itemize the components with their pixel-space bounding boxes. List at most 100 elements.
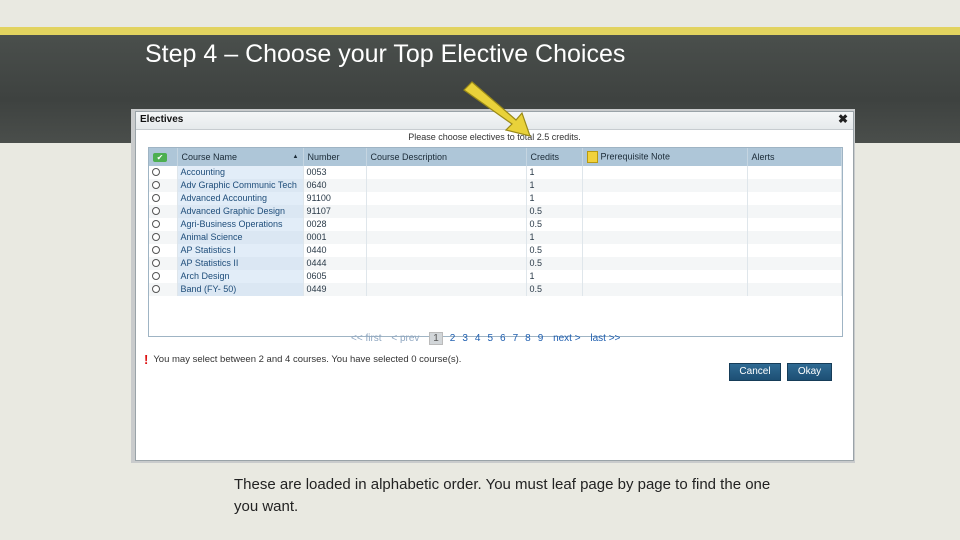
okay-button[interactable]: Okay	[787, 363, 832, 381]
pager-page-1[interactable]: 1	[429, 332, 443, 345]
table-row[interactable]: Accounting 0053 1	[149, 166, 842, 179]
pager-first[interactable]: << first	[351, 333, 382, 344]
row-select-cell[interactable]	[149, 283, 178, 296]
course-name-cell: Advanced Graphic Design	[177, 205, 304, 218]
row-select-cell[interactable]	[149, 179, 178, 192]
course-number-cell: 0053	[303, 166, 367, 179]
column-course-name-label: Course Name	[181, 152, 238, 162]
alerts-cell	[747, 257, 842, 270]
electives-dialog: Electives ✖ Please choose electives to t…	[135, 111, 854, 461]
alerts-cell	[747, 166, 842, 179]
course-description-cell	[366, 205, 527, 218]
row-select-radio[interactable]	[152, 246, 160, 254]
alert-text: You may select between 2 and 4 courses. …	[153, 354, 462, 365]
row-select-cell[interactable]	[149, 270, 178, 283]
pager-page-5[interactable]: 5	[487, 333, 493, 344]
alerts-cell	[747, 218, 842, 231]
table-row[interactable]: AP Statistics II 0444 0.5	[149, 257, 842, 270]
course-credits-cell: 0.5	[526, 257, 583, 270]
row-select-cell[interactable]	[149, 257, 178, 270]
course-credits-cell: 0.5	[526, 244, 583, 257]
course-number-cell: 0001	[303, 231, 367, 244]
table-row[interactable]: AP Statistics I 0440 0.5	[149, 244, 842, 257]
column-credits[interactable]: Credits	[526, 148, 583, 166]
prerequisite-note-cell	[582, 270, 748, 283]
course-description-cell	[366, 192, 527, 205]
course-credits-cell: 0.5	[526, 205, 583, 218]
course-name-cell: Adv Graphic Communic Tech	[177, 179, 304, 192]
course-name-cell: AP Statistics I	[177, 244, 304, 257]
row-select-radio[interactable]	[152, 233, 160, 241]
pager-last[interactable]: last >>	[590, 333, 620, 344]
column-number[interactable]: Number	[303, 148, 367, 166]
column-course-name[interactable]: Course Name ▲	[177, 148, 304, 166]
select-all-column[interactable]: ✔	[149, 148, 178, 166]
pager-prev[interactable]: < prev	[391, 333, 419, 344]
table-row[interactable]: Adv Graphic Communic Tech 0640 1	[149, 179, 842, 192]
course-number-cell: 0605	[303, 270, 367, 283]
column-prerequisite-note[interactable]: Prerequisite Note	[582, 148, 748, 166]
course-description-cell	[366, 270, 527, 283]
course-name-cell: AP Statistics II	[177, 257, 304, 270]
pager-page-9[interactable]: 9	[538, 333, 544, 344]
course-description-cell	[366, 218, 527, 231]
table-row[interactable]: Advanced Graphic Design 91107 0.5	[149, 205, 842, 218]
arrow-pointer-icon	[463, 81, 531, 137]
pager-page-8[interactable]: 8	[525, 333, 531, 344]
table-row[interactable]: Agri-Business Operations 0028 0.5	[149, 218, 842, 231]
course-name-cell: Band (FY- 50)	[177, 283, 304, 296]
row-select-radio[interactable]	[152, 207, 160, 215]
row-select-radio[interactable]	[152, 285, 160, 293]
alerts-cell	[747, 205, 842, 218]
grid-header-row: ✔ Course Name ▲ Number Course Descriptio…	[149, 148, 842, 166]
row-select-radio[interactable]	[152, 259, 160, 267]
alerts-cell	[747, 283, 842, 296]
select-all-check-icon[interactable]: ✔	[153, 153, 167, 162]
prerequisite-note-cell	[582, 231, 748, 244]
row-select-cell[interactable]	[149, 192, 178, 205]
table-row[interactable]: Arch Design 0605 1	[149, 270, 842, 283]
pager-next[interactable]: next >	[553, 333, 581, 344]
alerts-cell	[747, 231, 842, 244]
alerts-cell	[747, 244, 842, 257]
pager-page-3[interactable]: 3	[462, 333, 468, 344]
table-row[interactable]: Band (FY- 50) 0449 0.5	[149, 283, 842, 296]
course-description-cell	[366, 257, 527, 270]
column-prerequisite-note-label: Prerequisite Note	[600, 151, 671, 162]
column-course-description[interactable]: Course Description	[366, 148, 527, 166]
row-select-cell[interactable]	[149, 231, 178, 244]
row-select-radio[interactable]	[152, 220, 160, 228]
prerequisite-note-cell	[582, 205, 748, 218]
pager-page-6[interactable]: 6	[500, 333, 506, 344]
dialog-title: Electives	[140, 114, 184, 125]
electives-grid: ✔ Course Name ▲ Number Course Descriptio…	[148, 147, 843, 337]
cancel-button[interactable]: Cancel	[729, 363, 781, 381]
course-name-cell: Advanced Accounting	[177, 192, 304, 205]
row-select-radio[interactable]	[152, 194, 160, 202]
pager-page-2[interactable]: 2	[450, 333, 456, 344]
pager-page-4[interactable]: 4	[475, 333, 481, 344]
row-select-radio[interactable]	[152, 272, 160, 280]
course-credits-cell: 0.5	[526, 283, 583, 296]
table-row[interactable]: Advanced Accounting 91100 1	[149, 192, 842, 205]
row-select-cell[interactable]	[149, 244, 178, 257]
row-select-cell[interactable]	[149, 166, 178, 179]
course-description-cell	[366, 244, 527, 257]
pager: << first < prev 123456789 next > last >>	[351, 332, 627, 345]
course-credits-cell: 1	[526, 166, 583, 179]
alert-icon: !	[144, 352, 149, 367]
row-select-radio[interactable]	[152, 181, 160, 189]
table-row[interactable]: Animal Science 0001 1	[149, 231, 842, 244]
row-select-cell[interactable]	[149, 205, 178, 218]
prerequisite-note-cell	[582, 179, 748, 192]
selection-alert: ! You may select between 2 and 4 courses.…	[144, 352, 461, 367]
pager-page-7[interactable]: 7	[513, 333, 519, 344]
course-description-cell	[366, 166, 527, 179]
row-select-radio[interactable]	[152, 168, 160, 176]
close-icon[interactable]: ✖	[838, 112, 848, 126]
column-alerts[interactable]: Alerts	[747, 148, 842, 166]
prerequisite-note-cell	[582, 192, 748, 205]
row-select-cell[interactable]	[149, 218, 178, 231]
alerts-cell	[747, 179, 842, 192]
prerequisite-note-cell	[582, 283, 748, 296]
